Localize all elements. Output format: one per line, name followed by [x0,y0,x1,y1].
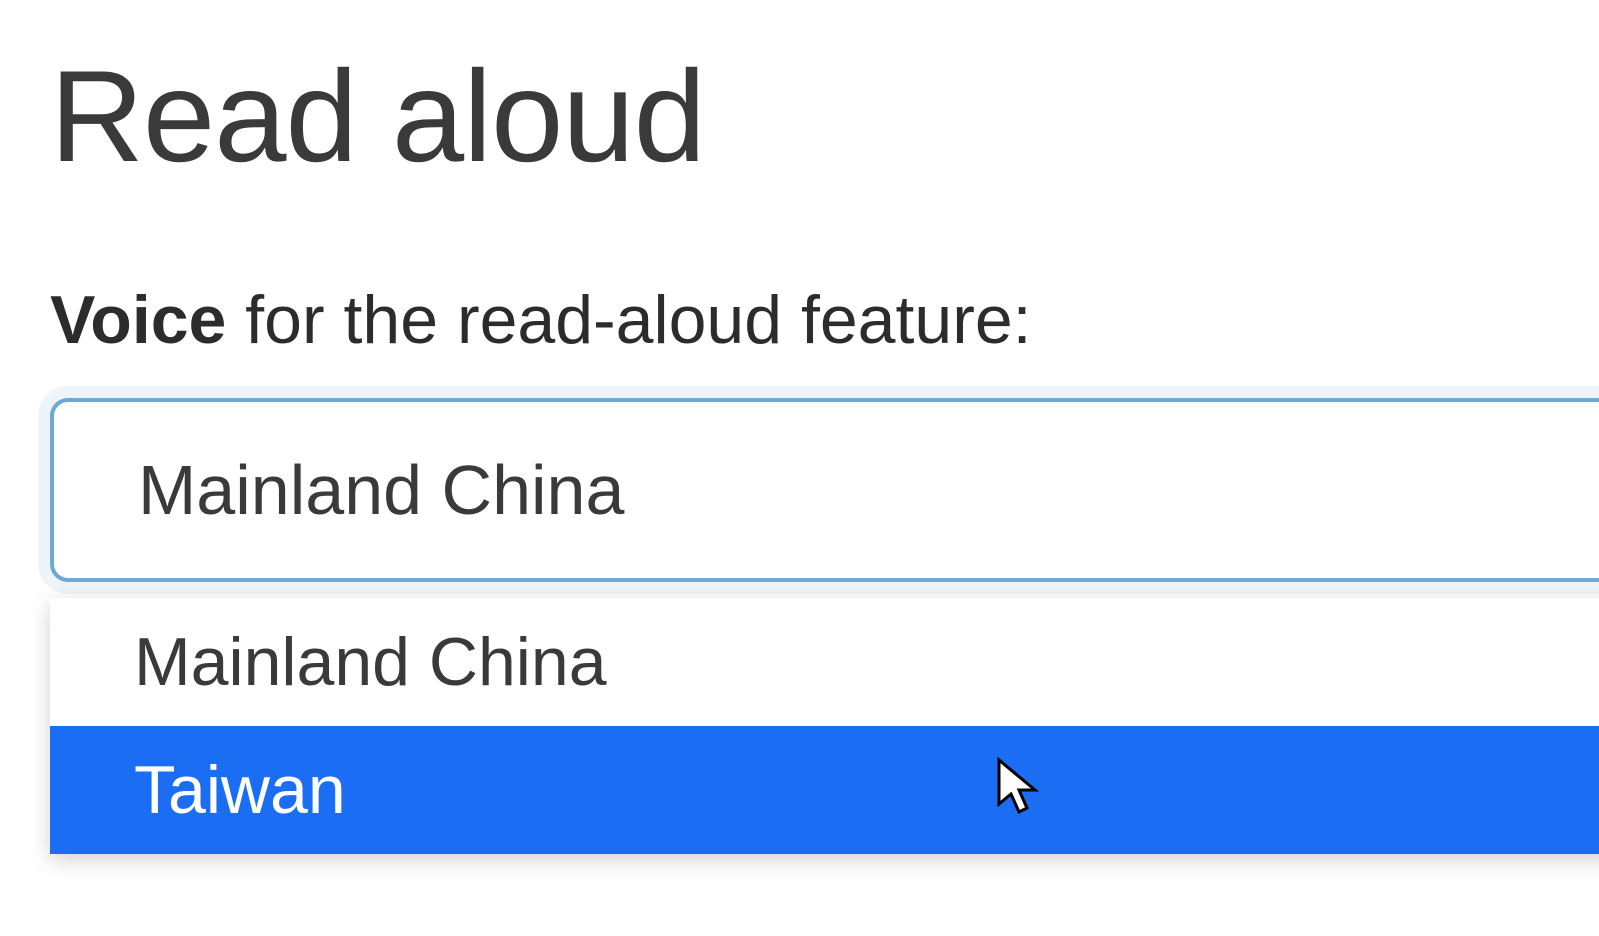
option-label: Taiwan [134,752,346,828]
voice-dropdown[interactable]: Mainland China Taiwan [50,598,1599,854]
voice-select-value: Mainland China [138,451,624,529]
voice-select[interactable]: Mainland China [50,398,1599,582]
voice-option-taiwan[interactable]: Taiwan [50,726,1599,854]
page-heading: Read aloud [50,45,1549,188]
voice-option-mainland-china[interactable]: Mainland China [50,598,1599,726]
voice-label: Voice for the read-aloud feature: [50,283,1549,358]
option-label: Mainland China [134,624,607,700]
voice-label-bold: Voice [50,282,226,358]
voice-label-rest: for the read-aloud feature: [226,282,1031,358]
